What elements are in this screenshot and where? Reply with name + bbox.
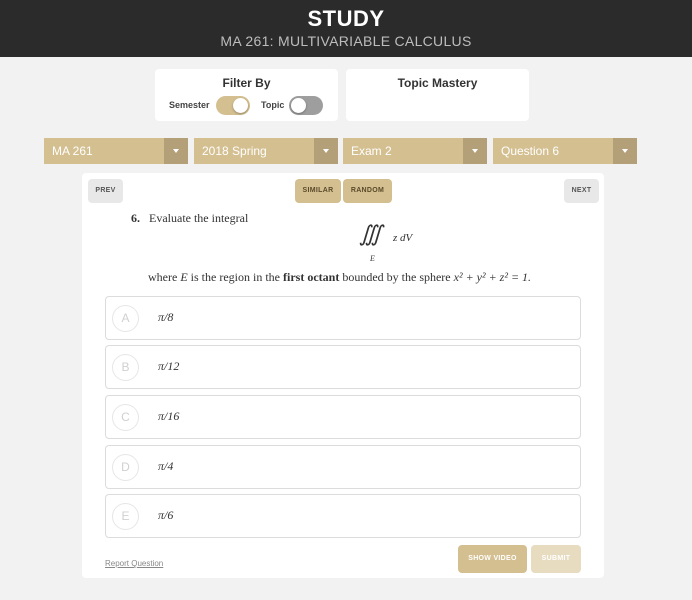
chevron-down-icon <box>472 149 478 153</box>
semester-select-dropdown[interactable] <box>314 138 338 164</box>
question-select-value: Question 6 <box>501 144 560 158</box>
question-number: 6. <box>131 211 140 225</box>
toggle-knob <box>233 98 248 113</box>
topic-mastery-title: Topic Mastery <box>397 76 478 90</box>
next-button[interactable]: NEXT <box>564 179 599 203</box>
semester-select[interactable]: 2018 Spring <box>194 138 338 164</box>
chevron-down-icon <box>323 149 329 153</box>
toggle-knob <box>291 98 306 113</box>
choice-letter: D <box>112 454 139 481</box>
choice-answer: π/8 <box>158 310 174 324</box>
exam-select-value: Exam 2 <box>351 144 392 158</box>
course-select-value: MA 261 <box>52 144 93 158</box>
answer-choice-d[interactable]: D π/4 <box>105 445 581 489</box>
random-button[interactable]: RANDOM <box>343 179 392 203</box>
course-subtitle: MA 261: MULTIVARIABLE CALCULUS <box>220 33 472 49</box>
triple-integral-symbol: ∭ <box>359 221 382 246</box>
course-select[interactable]: MA 261 <box>44 138 188 164</box>
exam-select-dropdown[interactable] <box>463 138 487 164</box>
chevron-down-icon <box>173 149 179 153</box>
question-select[interactable]: Question 6 <box>493 138 637 164</box>
show-video-button[interactable]: SHOW VIDEO <box>458 545 527 573</box>
answer-choice-b[interactable]: B π/12 <box>105 345 581 389</box>
question-select-dropdown[interactable] <box>613 138 637 164</box>
submit-button[interactable]: SUBMIT <box>531 545 581 573</box>
choice-answer: π/4 <box>158 459 174 473</box>
choice-letter: A <box>112 305 139 332</box>
answer-choice-a[interactable]: A π/8 <box>105 296 581 340</box>
integrand: z dV <box>393 232 413 244</box>
topic-toggle-label: Topic <box>261 100 285 110</box>
report-question-link[interactable]: Report Question <box>105 559 163 568</box>
choice-answer: π/16 <box>158 409 180 423</box>
course-select-dropdown[interactable] <box>164 138 188 164</box>
integral-region: E <box>370 254 375 263</box>
app-header: STUDY MA 261: MULTIVARIABLE CALCULUS <box>0 0 692 57</box>
question-intro: Evaluate the integral <box>149 211 249 225</box>
chevron-down-icon <box>622 149 628 153</box>
choice-answer: π/12 <box>158 359 180 373</box>
choice-answer: π/6 <box>158 508 174 522</box>
filter-card: Filter By Semester Topic <box>155 69 338 121</box>
choice-letter: E <box>112 503 139 530</box>
question-description: where E is the region in the first octan… <box>148 270 532 284</box>
choice-letter: C <box>112 404 139 431</box>
filter-title: Filter By <box>222 76 271 90</box>
answer-choice-e[interactable]: E π/6 <box>105 494 581 538</box>
exam-select[interactable]: Exam 2 <box>343 138 487 164</box>
topic-toggle[interactable] <box>289 96 323 115</box>
answer-choice-c[interactable]: C π/16 <box>105 395 581 439</box>
prev-button[interactable]: PREV <box>88 179 123 203</box>
semester-toggle-label: Semester <box>169 100 210 110</box>
similar-button[interactable]: SIMILAR <box>295 179 341 203</box>
topic-mastery-card[interactable]: Topic Mastery <box>346 69 529 121</box>
semester-toggle[interactable] <box>216 96 250 115</box>
choice-letter: B <box>112 354 139 381</box>
page-title: STUDY <box>307 6 385 31</box>
semester-select-value: 2018 Spring <box>202 144 267 158</box>
